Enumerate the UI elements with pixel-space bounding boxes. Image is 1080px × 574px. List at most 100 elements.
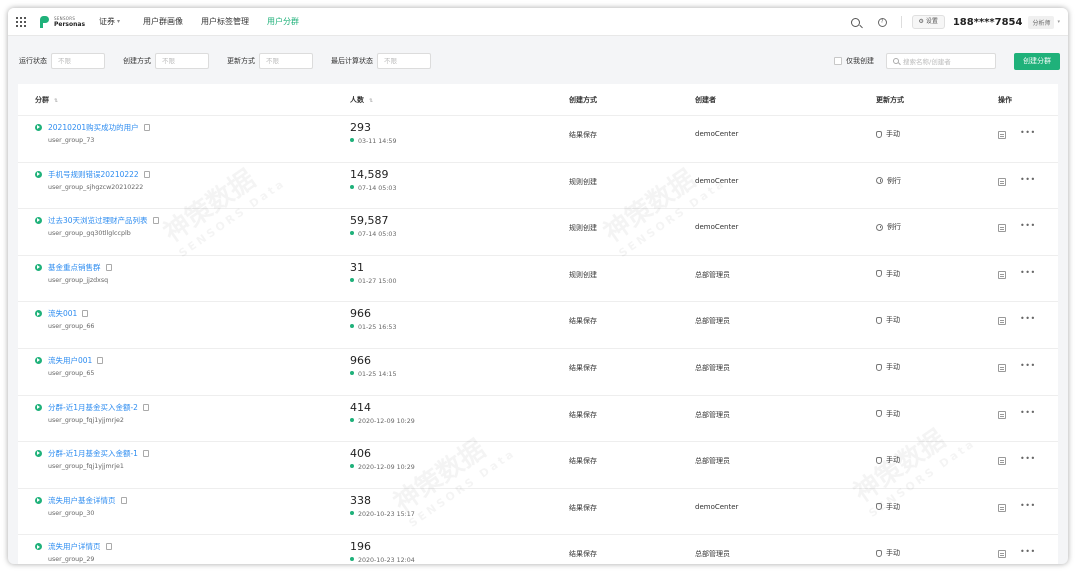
group-name-link[interactable]: 基金重点销售群 (48, 262, 112, 273)
search-input[interactable]: 搜索名称/创建者 (886, 53, 996, 69)
detail-icon[interactable] (998, 131, 1006, 139)
run-status-select[interactable]: 不限 (51, 53, 105, 69)
product-label: 证券 (99, 17, 116, 26)
group-name-link[interactable]: 过去30天浏览过理财产品列表 (48, 215, 159, 226)
table-row[interactable]: 20210201购买成功的用户 user_group_73 293 03-11 14:… (18, 116, 1058, 163)
more-icon[interactable]: ••• (1020, 314, 1036, 323)
update-method: 手动 (876, 502, 900, 512)
table-row[interactable]: 手机号规则错误20210222 user_group_sjhgzcw2021022… (18, 163, 1058, 210)
group-name-link[interactable]: 流失001 (48, 308, 89, 319)
create-method: 结果保存 (569, 410, 597, 419)
copy-icon[interactable] (120, 496, 127, 504)
group-count: 196 (350, 540, 371, 554)
nav-item-0[interactable]: 用户群画像 (134, 8, 192, 36)
detail-icon[interactable] (998, 177, 1006, 186)
calc-time: 01-25 14:15 (350, 371, 396, 378)
creator: 总部管理员 (695, 410, 730, 419)
success-dot-icon (350, 557, 354, 562)
copy-icon[interactable] (142, 403, 149, 411)
copy-icon[interactable] (82, 310, 89, 318)
sort-icon[interactable]: ⇅ (369, 98, 373, 104)
chevron-down-icon: ▾ (117, 18, 121, 25)
col-count[interactable]: 人数 ⇅ (350, 84, 373, 117)
group-name-link[interactable]: 流失用户详情页 (48, 541, 112, 552)
more-icon[interactable]: ••• (1020, 128, 1036, 137)
group-name-link[interactable]: 流失用户基金详情页 (48, 495, 127, 506)
table-row[interactable]: 流失用户详情页 user_group_29 196 2020-10-23 12:04 结… (18, 535, 1058, 564)
logo[interactable]: SENSORS Personas (40, 15, 86, 28)
more-icon[interactable]: ••• (1020, 175, 1036, 184)
detail-icon[interactable] (998, 224, 1006, 233)
detail-icon[interactable] (998, 410, 1006, 419)
table-row[interactable]: 分群-近1月基金买入金额-2 user_group_fqj1yjjmrje2 414… (18, 396, 1058, 443)
create-method: 结果保存 (569, 457, 597, 466)
detail-icon[interactable] (998, 503, 1006, 512)
create-method: 规则创建 (569, 177, 597, 186)
apps-grid-icon[interactable] (16, 16, 26, 27)
copy-icon[interactable] (142, 450, 149, 458)
update-method: 手动 (876, 269, 900, 279)
create-method: 结果保存 (569, 131, 597, 139)
copy-icon[interactable] (105, 263, 112, 271)
table-row[interactable]: 流失用户基金详情页 user_group_30 338 2020-10-23 15:1… (18, 489, 1058, 536)
group-name-link[interactable]: 分群-近1月基金买入金额-2 (48, 402, 149, 413)
create-group-button[interactable]: 创建分群 (1014, 52, 1060, 70)
group-name-link[interactable]: 手机号规则错误20210222 (48, 169, 150, 180)
copy-icon[interactable] (105, 543, 112, 551)
group-count: 338 (350, 493, 371, 507)
chevron-down-icon[interactable]: ▾ (1057, 19, 1060, 25)
more-icon[interactable]: ••• (1020, 501, 1036, 510)
group-id: user_group_jjzdxsq (48, 276, 109, 284)
copy-icon[interactable] (143, 124, 150, 131)
group-name-link[interactable]: 流失用户001 (48, 355, 104, 366)
detail-icon[interactable] (998, 270, 1006, 279)
role-badge[interactable]: 分析师 (1028, 15, 1055, 29)
checkbox[interactable] (834, 57, 842, 65)
user-phone[interactable]: 188****7854 (953, 17, 1023, 28)
table-row[interactable]: 流失001 user_group_66 966 01-25 16:53 结果保存 总部管理… (18, 302, 1058, 349)
detail-icon[interactable] (998, 364, 1006, 372)
group-name-link[interactable]: 分群-近1月基金买入金额-1 (48, 448, 149, 459)
update-method: 手动 (876, 315, 900, 325)
group-count: 59,587 (350, 214, 389, 228)
run-status-icon (35, 496, 42, 504)
copy-icon[interactable] (152, 217, 159, 225)
sort-icon[interactable]: ⇅ (54, 98, 58, 104)
table-row[interactable]: 基金重点销售群 user_group_jjzdxsq 31 01-27 15:00 规则… (18, 256, 1058, 303)
more-icon[interactable]: ••• (1020, 221, 1036, 230)
settings-button[interactable]: ⚙ 设置 (911, 15, 945, 29)
more-icon[interactable]: ••• (1020, 408, 1036, 417)
nav-item-2[interactable]: 用户分群 (258, 8, 308, 36)
more-icon[interactable]: ••• (1020, 361, 1036, 370)
detail-icon[interactable] (998, 317, 1006, 326)
more-icon[interactable]: ••• (1020, 268, 1036, 277)
col-actions: 操作 (998, 96, 1012, 104)
last-calc-status-select[interactable]: 不限 (377, 53, 431, 69)
table-row[interactable]: 流失用户001 user_group_65 966 01-25 14:15 结果保存 总部… (18, 349, 1058, 396)
nav-item-1[interactable]: 用户标签管理 (192, 8, 258, 36)
calc-time: 2020-12-09 10:29 (350, 417, 415, 425)
table-header: 分群 ⇅ 人数 ⇅ 创建方式 创建者 更新方式 操作 (18, 84, 1058, 116)
help-icon[interactable]: ? (877, 17, 887, 27)
more-icon[interactable]: ••• (1020, 547, 1036, 556)
more-icon[interactable]: ••• (1020, 454, 1036, 463)
mine-only-checkbox[interactable]: 仅我创建 (834, 56, 878, 66)
table-row[interactable]: 分群-近1月基金买入金额-1 user_group_fqj1yjjmrje1 406… (18, 442, 1058, 489)
update-method: 例行 (876, 176, 901, 186)
top-bar: SENSORS Personas 证券 ▾ 用户群画像 用户标签管理 用户分群 ? … (8, 8, 1068, 36)
group-id: user_group_30 (48, 509, 95, 517)
detail-icon[interactable] (998, 457, 1006, 466)
col-group[interactable]: 分群 ⇅ (35, 84, 58, 117)
create-method-select[interactable]: 不限 (155, 53, 209, 69)
search-icon[interactable] (850, 17, 860, 27)
hand-icon (876, 270, 882, 278)
logo-bottom-text: Personas (54, 20, 86, 28)
copy-icon[interactable] (143, 170, 150, 178)
group-name-link[interactable]: 20210201购买成功的用户 (48, 122, 150, 133)
product-switcher[interactable]: 证券 ▾ (99, 16, 120, 27)
update-method: 手动 (876, 409, 900, 419)
table-row[interactable]: 过去30天浏览过理财产品列表 user_group_gq30tllglccplb 5… (18, 209, 1058, 256)
copy-icon[interactable] (97, 357, 104, 364)
detail-icon[interactable] (998, 550, 1006, 559)
update-method-select[interactable]: 不限 (259, 53, 313, 69)
